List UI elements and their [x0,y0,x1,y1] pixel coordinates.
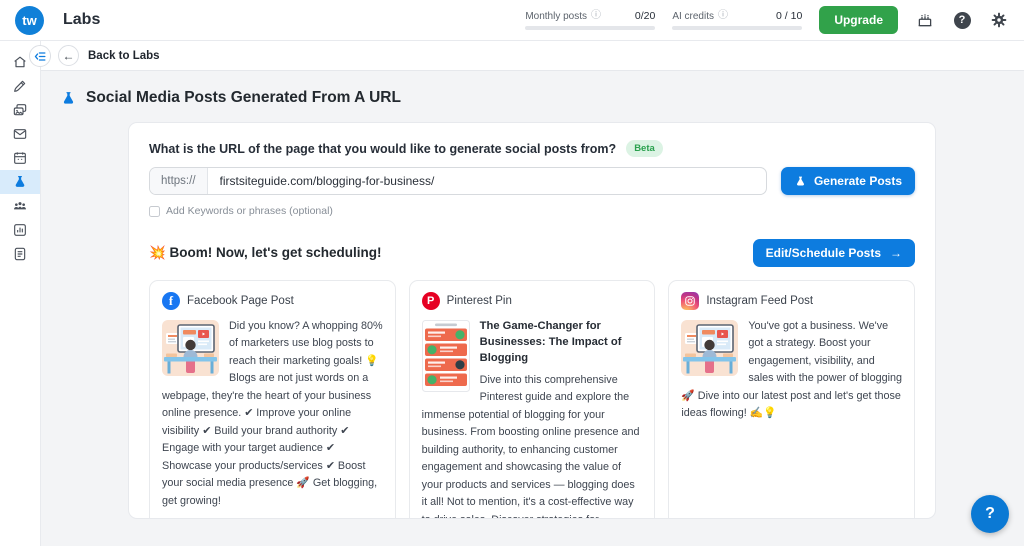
info-icon[interactable]: ⓘ [718,11,728,21]
instagram-post-card[interactable]: Instagram Feed Post You've got a busines… [668,280,916,518]
communities-icon [14,202,26,210]
page-title-row: Social Media Posts Generated From A URL [60,89,1024,107]
url-question-label: What is the URL of the page that you wou… [149,141,617,156]
ai-credits-value: 0 / 10 [776,10,803,22]
collapse-sidebar-button[interactable] [29,45,51,67]
help-icon[interactable]: ? [952,10,972,30]
logo-text: tw [22,12,37,28]
media-library-icon [13,104,27,116]
help-glyph: ? [985,505,995,522]
edit-schedule-label: Edit/Schedule Posts [765,246,881,260]
settings-gear-icon[interactable] [989,10,1009,30]
floating-help-button[interactable]: ? [971,495,1009,533]
labs-flask-icon [15,176,25,187]
help-glyph: ? [958,14,966,26]
insights-icon [14,224,26,236]
url-scheme-prefix: https:// [150,168,208,194]
keywords-option-row: Add Keywords or phrases (optional) [149,205,915,217]
app-window: tw Labs Monthly posts ⓘ 0/20 AI credits … [0,0,1024,546]
upgrade-button[interactable]: Upgrade [819,6,898,34]
url-input[interactable] [207,168,766,194]
flask-icon [796,176,804,185]
monthly-posts-progressbar [525,26,656,30]
page-title: Social Media Posts Generated From A URL [86,89,401,106]
sidebar-item-email[interactable] [0,122,40,146]
scheduling-heading: 💥 Boom! Now, let's get scheduling! [149,245,382,260]
email-icon [13,129,27,139]
sidebar-item-labs[interactable] [0,170,40,194]
sidebar-item-media[interactable] [0,98,40,122]
monthly-posts-stat: Monthly posts ⓘ 0/20 [525,10,656,30]
whats-new-icon[interactable] [915,10,935,30]
calendar-icon [14,152,26,164]
arrow-right-icon: → [890,246,902,260]
card-platform-label: Instagram Feed Post [706,295,814,307]
monthly-posts-value: 0/20 [634,10,656,22]
back-to-labs-label[interactable]: Back to Labs [88,50,160,62]
pinterest-icon: P [421,292,440,310]
instagram-icon [681,292,700,310]
post-text: Dive into this comprehensive Pinterest g… [421,373,640,518]
info-icon[interactable]: ⓘ [591,11,601,21]
facebook-letter: f [168,293,174,308]
header-right-group: Monthly posts ⓘ 0/20 AI credits ⓘ 0 / 10… [525,6,1009,34]
edit-schedule-posts-button[interactable]: Edit/Schedule Posts → [752,239,915,267]
pinterest-letter: P [427,295,435,307]
sidebar-item-create[interactable] [0,74,40,98]
instagram-thumbnail-illustration [681,320,739,376]
generated-posts-row: f Facebook Page Post Did you know? A who… [149,280,916,518]
app-title: Labs [63,11,101,28]
facebook-icon: f [162,292,180,310]
collapse-sidebar-icon [34,51,45,61]
pinterest-pin-card[interactable]: P Pinterest Pin The Game-Changer for Bus… [408,280,656,518]
create-design-icon [14,80,26,92]
sidebar-item-communities[interactable] [0,194,40,218]
generate-posts-label: Generate Posts [813,174,902,188]
keywords-checkbox[interactable] [149,205,160,217]
ai-credits-label: AI credits [672,10,714,22]
sidebar-item-posts[interactable] [0,242,40,266]
posts-icon [14,247,26,261]
app-header: tw Labs Monthly posts ⓘ 0/20 AI credits … [0,0,1024,41]
generator-panel: What is the URL of the page that you wou… [128,122,936,519]
main-content: Social Media Posts Generated From A URL … [41,71,1024,546]
ai-credits-stat: AI credits ⓘ 0 / 10 [672,10,803,30]
url-input-group: https:// [149,167,767,195]
monthly-posts-label: Monthly posts [525,10,588,22]
back-navigation-bar: ← Back to Labs [29,41,1024,71]
facebook-thumbnail-illustration [162,320,219,376]
tailwind-logo[interactable]: tw [15,5,44,35]
back-button[interactable]: ← [58,45,79,66]
sidebar-item-calendar[interactable] [0,146,40,170]
labs-flask-icon [63,91,74,104]
ai-credits-progressbar [672,26,803,30]
pinterest-thumbnail-infographic [421,320,470,392]
sidebar [0,41,41,546]
sidebar-item-insights[interactable] [0,218,40,242]
beta-badge: Beta [626,140,663,157]
facebook-post-card[interactable]: f Facebook Page Post Did you know? A who… [149,280,396,518]
card-platform-label: Facebook Page Post [187,295,294,307]
keywords-label: Add Keywords or phrases (optional) [166,205,333,217]
generate-posts-button[interactable]: Generate Posts [780,167,915,195]
card-platform-label: Pinterest Pin [446,295,512,307]
home-icon [14,56,26,68]
back-arrow-icon: ← [62,48,75,63]
